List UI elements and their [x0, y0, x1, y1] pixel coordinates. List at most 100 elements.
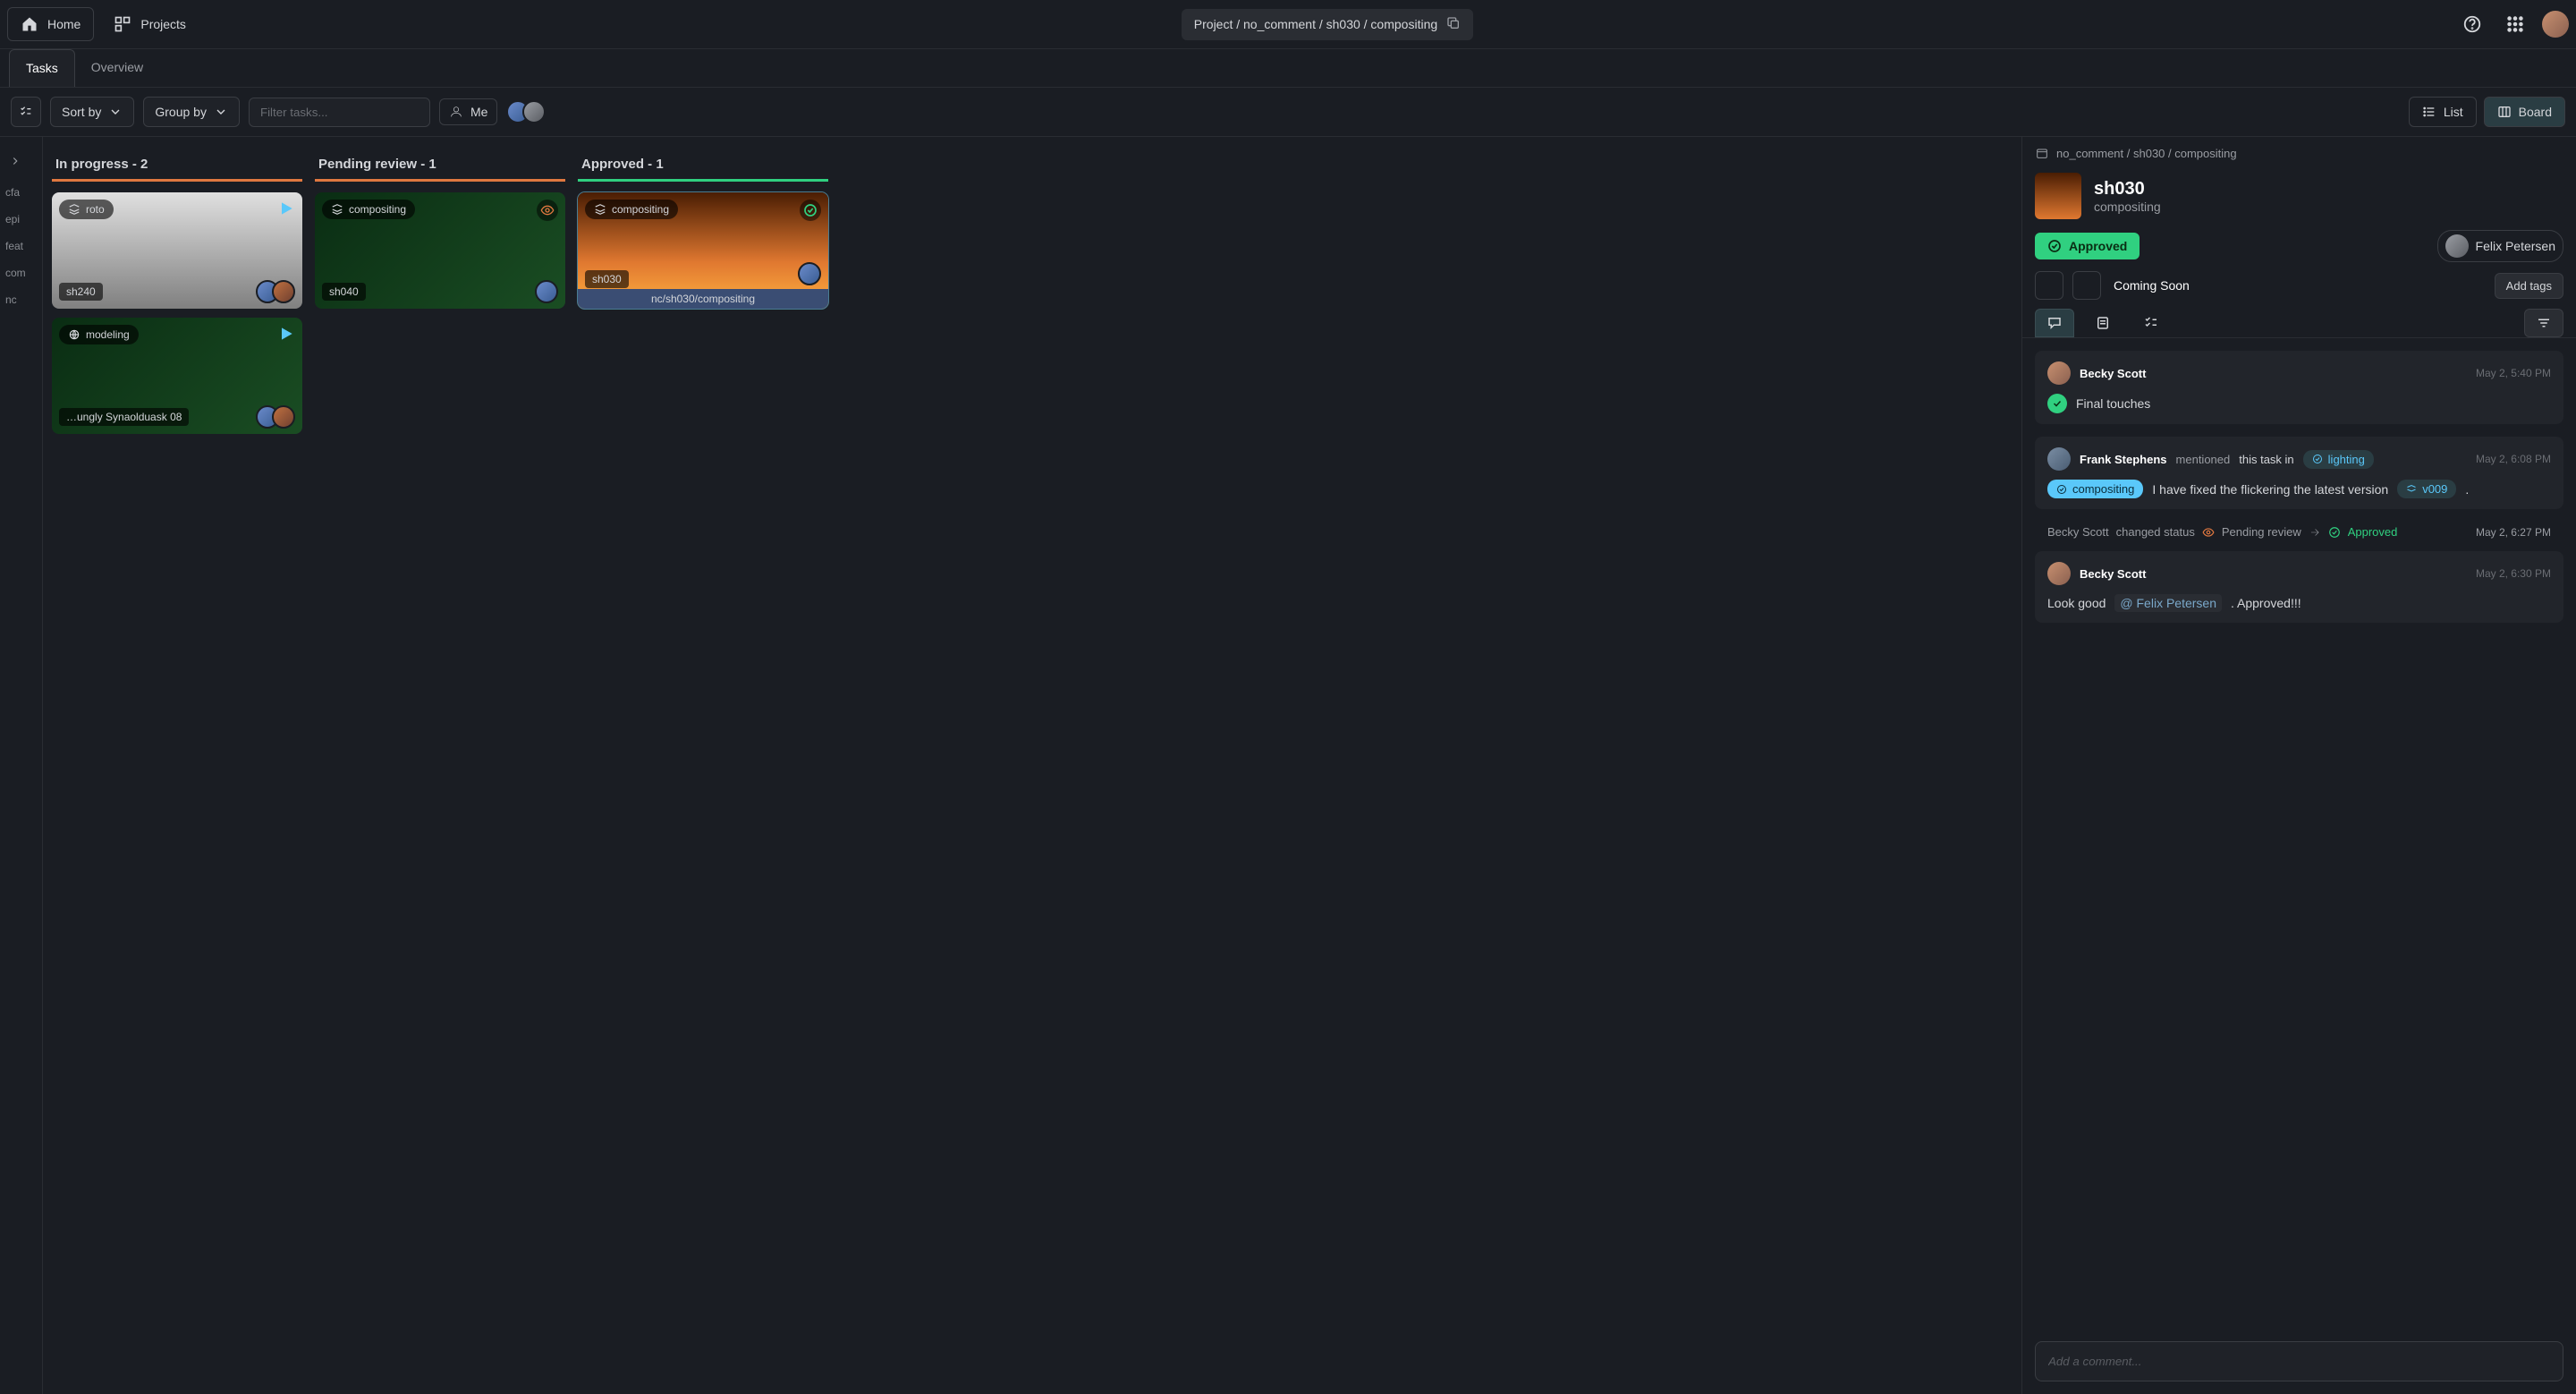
eye-icon [537, 200, 558, 221]
task-pill[interactable]: compositing [2047, 480, 2143, 498]
sidebar-item[interactable]: nc [0, 286, 42, 313]
avatar [272, 280, 295, 303]
version-link[interactable]: v009 [2397, 480, 2456, 498]
eye-icon [2202, 526, 2215, 539]
play-icon [277, 325, 295, 343]
column-header: In progress - 2 [52, 149, 302, 182]
topbar: Home Projects Project / no_comment / sh0… [0, 0, 2576, 49]
add-tags-button[interactable]: Add tags [2495, 273, 2563, 299]
user-avatar[interactable] [2542, 11, 2569, 38]
select-mode-button[interactable] [11, 97, 41, 127]
activity-mention: Frank Stephens mentioned this task in li… [2035, 437, 2563, 509]
arrow-right-icon [2309, 526, 2321, 539]
apps-button[interactable] [2499, 8, 2531, 40]
approved-icon [800, 200, 821, 221]
toolbar-avatars[interactable] [506, 100, 546, 123]
author-name: Becky Scott [2047, 525, 2109, 539]
view-board-button[interactable]: Board [2484, 97, 2565, 127]
copy-icon[interactable] [1446, 16, 1461, 33]
card-label: sh040 [322, 283, 366, 301]
home-label: Home [47, 17, 80, 31]
checklist-icon [19, 105, 33, 119]
filter-icon [2536, 315, 2552, 331]
avatar [522, 100, 546, 123]
task-card[interactable]: compositing sh040 [315, 192, 565, 309]
property-button[interactable] [2072, 271, 2101, 300]
card-tag: compositing [585, 200, 678, 219]
author-name: Becky Scott [2080, 367, 2146, 380]
chevron-down-icon [214, 105, 228, 119]
checklist-icon [2143, 315, 2159, 331]
activity-comment: Becky Scott May 2, 6:30 PM Look good @ F… [2035, 551, 2563, 623]
notes-icon [2095, 315, 2111, 331]
card-tag: modeling [59, 325, 139, 344]
board: In progress - 2 roto sh240 modeling [43, 137, 2021, 1394]
sidebar-item[interactable]: cfa [0, 179, 42, 206]
comment-text: Final touches [2076, 396, 2150, 411]
expand-sidebar-button[interactable] [0, 146, 42, 179]
timestamp: May 2, 6:30 PM [2476, 567, 2551, 580]
card-path: nc/sh030/compositing [578, 289, 828, 309]
tab-row: Tasks Overview [0, 49, 2576, 88]
avatar [2047, 562, 2071, 585]
assignee-chip[interactable]: Felix Petersen [2437, 230, 2563, 262]
sort-by-button[interactable]: Sort by [50, 97, 134, 127]
tab-tasks[interactable]: Tasks [9, 49, 75, 87]
play-icon [277, 200, 295, 217]
timestamp: May 2, 6:08 PM [2476, 453, 2551, 465]
card-label: sh240 [59, 283, 103, 301]
home-button[interactable]: Home [7, 7, 94, 41]
list-icon [2422, 105, 2436, 119]
help-button[interactable] [2456, 8, 2488, 40]
me-filter[interactable]: Me [439, 98, 497, 125]
help-icon [2462, 14, 2482, 34]
avatar [2047, 361, 2071, 385]
breadcrumb-text: Project / no_comment / sh030 / compositi… [1194, 17, 1437, 31]
task-card[interactable]: roto sh240 [52, 192, 302, 309]
coming-soon-label: Coming Soon [2114, 278, 2190, 293]
comment-text: . Approved!!! [2231, 596, 2301, 610]
folder-icon [2035, 146, 2049, 160]
breadcrumb[interactable]: Project / no_comment / sh030 / compositi… [1182, 9, 1473, 40]
task-link[interactable]: lighting [2303, 450, 2374, 469]
view-list-button[interactable]: List [2409, 97, 2477, 127]
timestamp: May 2, 6:27 PM [2476, 526, 2551, 539]
detail-panel: no_comment / sh030 / compositing sh030 c… [2021, 137, 2576, 1394]
grid-icon [2505, 14, 2525, 34]
tab-comments[interactable] [2035, 309, 2074, 337]
filter-input[interactable] [249, 98, 430, 127]
task-card[interactable]: modeling …ungly Synaolduask 08 [52, 318, 302, 434]
task-card[interactable]: compositing sh030nc/sh030/compositing [578, 192, 828, 309]
tab-overview[interactable]: Overview [75, 49, 159, 87]
toolbar: Sort by Group by Me List Board [0, 88, 2576, 137]
projects-button[interactable]: Projects [101, 8, 199, 40]
projects-label: Projects [140, 17, 186, 31]
mention-chip[interactable]: @ Felix Petersen [2114, 594, 2222, 612]
author-name: Becky Scott [2080, 567, 2146, 581]
check-circle-icon [2328, 526, 2341, 539]
detail-breadcrumb[interactable]: no_comment / sh030 / compositing [2022, 137, 2576, 169]
tab-checklist[interactable] [2131, 309, 2171, 337]
card-label: sh030 [585, 270, 629, 288]
chat-icon [2046, 315, 2063, 331]
user-icon [449, 105, 463, 119]
group-by-button[interactable]: Group by [143, 97, 240, 127]
author-name: Frank Stephens [2080, 453, 2167, 466]
comment-input[interactable] [2035, 1341, 2563, 1381]
column-header: Approved - 1 [578, 149, 828, 182]
check-circle-icon [2047, 239, 2062, 253]
avatar [798, 262, 821, 285]
home-icon [21, 15, 38, 33]
status-pill[interactable]: Approved [2035, 233, 2140, 259]
sidebar-item[interactable]: com [0, 259, 42, 286]
comment-text: Look good [2047, 596, 2106, 610]
property-button[interactable] [2035, 271, 2063, 300]
sidebar-item[interactable]: epi [0, 206, 42, 233]
projects-icon [114, 15, 131, 33]
card-tag: roto [59, 200, 114, 219]
tab-notes[interactable] [2083, 309, 2123, 337]
card-tag: compositing [322, 200, 415, 219]
activity-filter-button[interactable] [2524, 309, 2563, 337]
detail-thumbnail [2035, 173, 2081, 219]
sidebar-item[interactable]: feat [0, 233, 42, 259]
